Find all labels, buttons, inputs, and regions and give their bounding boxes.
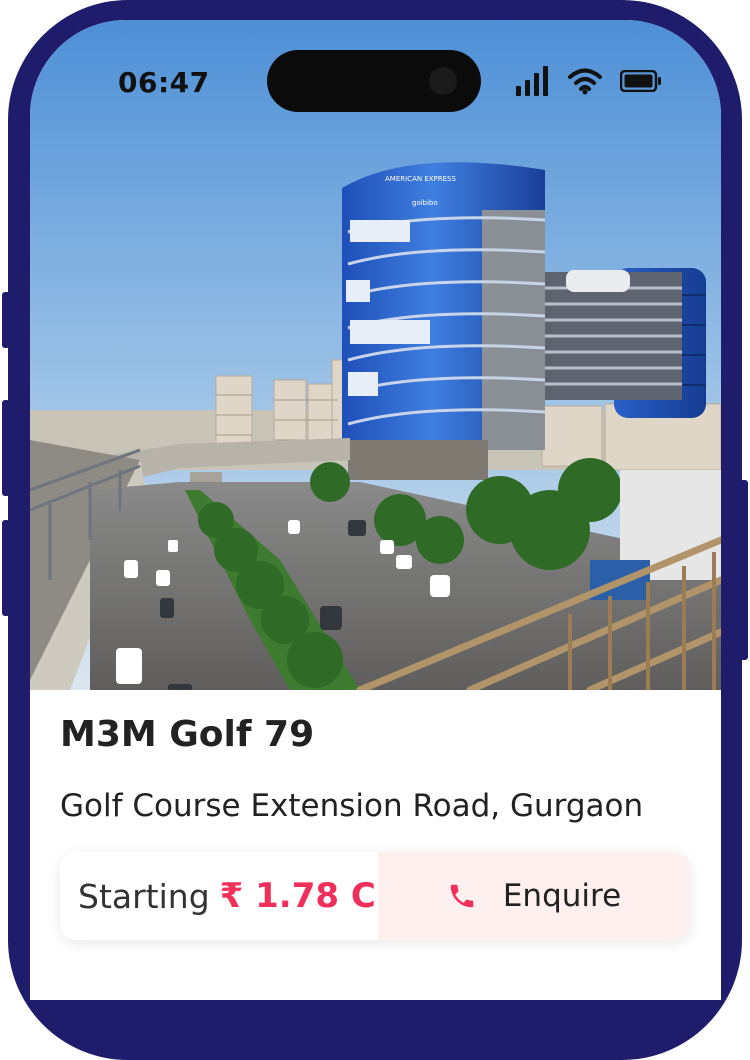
silent-switch: [2, 292, 10, 348]
status-time: 06:47: [118, 66, 210, 99]
volume-up-button: [2, 400, 10, 496]
listing-card[interactable]: M3M Golf 79 Golf Course Extension Road, …: [30, 690, 721, 1000]
dynamic-island: [267, 50, 481, 112]
price-section: Starting ₹ 1.78 Cr: [60, 852, 393, 940]
hero-sign-goibibo: goibibo: [412, 199, 438, 207]
volume-down-button: [2, 520, 10, 616]
hero-sign-amex: AMERICAN EXPRESS: [385, 175, 456, 183]
phone-icon: [450, 884, 474, 908]
wifi-icon: [568, 68, 602, 95]
cellular-signal-icon: [516, 66, 548, 96]
front-camera-lens: [429, 67, 457, 95]
status-bar: 06:47: [30, 20, 721, 130]
price-value: ₹ 1.78 Cr: [219, 876, 393, 916]
project-title: M3M Golf 79: [60, 714, 315, 755]
project-location: Golf Course Extension Road, Gurgaon: [60, 788, 644, 824]
battery-icon: [620, 70, 661, 92]
enquire-button[interactable]: Enquire: [378, 852, 690, 940]
power-button: [740, 480, 748, 660]
enquire-label: Enquire: [502, 878, 622, 914]
price-label: Starting: [78, 876, 210, 916]
phone-screen: AMERICAN EXPRESS goibibo 06:47 M3M Golf …: [30, 20, 721, 1000]
price-enquire-bar: Starting ₹ 1.78 Cr Enquire: [60, 852, 690, 940]
